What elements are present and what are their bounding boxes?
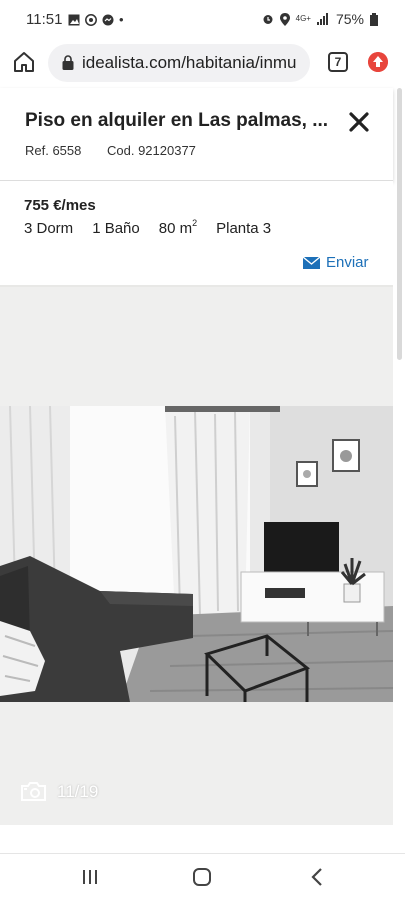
listing-features: 3 Dorm 1 Baño 80 m2 Planta 3 <box>24 218 272 237</box>
photo-counter: 11/19 <box>20 781 98 802</box>
status-bar: 11:51 • 4G+ 75% <box>0 0 405 40</box>
home-nav-icon[interactable] <box>193 868 211 886</box>
update-icon[interactable] <box>368 52 388 72</box>
battery-percent: 75% <box>335 11 364 27</box>
area-unit-superscript: 2 <box>192 218 198 228</box>
photo-gallery[interactable]: 11/19 <box>0 287 393 825</box>
gallery-notification-icon <box>68 14 80 25</box>
back-icon[interactable] <box>308 867 326 887</box>
battery-icon <box>370 12 378 26</box>
location-icon <box>279 12 290 26</box>
listing-details: 755 €/mes 3 Dorm 1 Baño 80 m2 Planta 3 E… <box>0 181 393 285</box>
send-label: Enviar <box>326 254 369 271</box>
url-text: idealista.com/habitania/inmu <box>82 53 297 72</box>
photo-counter-text: 11/19 <box>57 781 99 801</box>
listing-photo[interactable] <box>0 406 393 702</box>
listing-price: 755 €/mes <box>24 197 96 214</box>
mail-icon <box>303 256 320 269</box>
floor: Planta 3 <box>216 220 272 237</box>
listing-ref: Ref. 6558 <box>25 143 82 158</box>
listing-header: Piso en alquiler en Las palmas, ... Ref.… <box>0 88 393 181</box>
bathrooms: 1 Baño <box>92 220 140 237</box>
notification-icons: • <box>68 12 124 27</box>
listing-cod: Cod. 92120377 <box>107 143 196 158</box>
address-bar[interactable]: idealista.com/habitania/inmu <box>48 44 310 82</box>
listing-title: Piso en alquiler en Las palmas, ... <box>25 110 329 131</box>
whatsapp-notification-icon <box>85 13 97 26</box>
area: 80 m2 <box>158 218 198 237</box>
system-status: 4G+ 75% <box>262 11 378 27</box>
alarm-icon <box>263 15 273 24</box>
system-nav-bar <box>0 853 405 900</box>
send-button[interactable]: Enviar <box>303 254 369 271</box>
bedrooms: 3 Dorm <box>24 220 74 237</box>
browser-toolbar: idealista.com/habitania/inmu 7 <box>0 40 405 86</box>
signal-icon <box>316 13 328 25</box>
messenger-notification-icon <box>102 14 114 25</box>
tab-switcher-button[interactable]: 7 <box>328 52 348 72</box>
close-icon[interactable] <box>348 111 370 133</box>
camera-icon <box>21 782 46 801</box>
network-type: 4G+ <box>295 14 311 23</box>
page-scrollbar[interactable] <box>397 88 402 360</box>
recent-apps-icon[interactable] <box>80 868 100 886</box>
home-icon[interactable] <box>12 50 36 74</box>
lock-icon <box>62 55 74 70</box>
status-time: 11:51 <box>26 11 63 28</box>
notification-dot: • <box>119 12 124 27</box>
